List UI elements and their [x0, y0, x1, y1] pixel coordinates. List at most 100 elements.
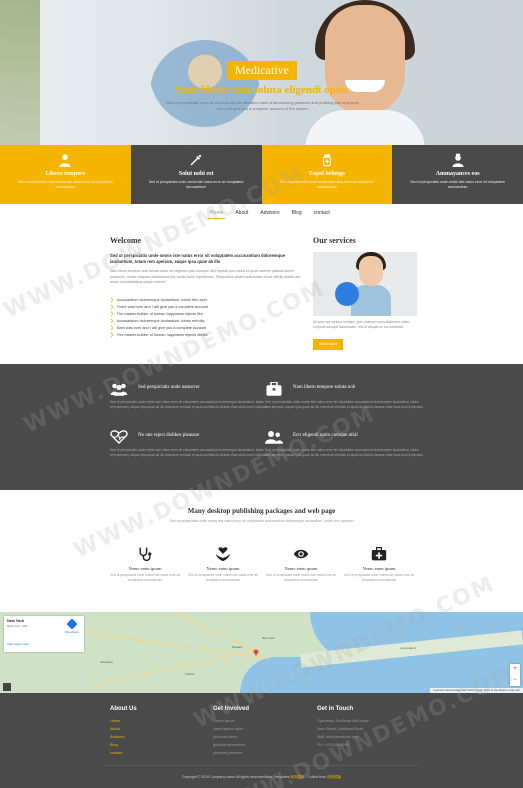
chevron-right-icon: ❯ — [110, 318, 114, 323]
footer-divider — [105, 765, 418, 766]
hero-subtitle: Sed ut perspiciatis unde ut you how all … — [165, 100, 359, 111]
feature-title: Ammayances eos — [435, 171, 480, 177]
nav-advisors[interactable]: Advisors — [258, 210, 281, 219]
footer-link[interactable]: About — [110, 725, 137, 733]
list-item: ❯ There was born and I will give you a co… — [110, 304, 209, 309]
footer-link[interactable]: gravida elementum — [213, 741, 249, 749]
feature-box[interactable]: Ammayances eos Sed ut perspiciatis unde … — [392, 145, 523, 204]
users-icon — [265, 431, 283, 444]
read-more-button[interactable]: Read More — [313, 339, 343, 350]
package-item[interactable]: Nemo enim ipsam Sed ut perspiciatis unde… — [188, 546, 258, 582]
highlight-title: Ectr eligendi optio cumque nihil — [293, 433, 358, 438]
highlight-text: Sed ut perspiciatis unde omnis iste natu… — [265, 400, 424, 409]
map-city-label: New York — [262, 636, 275, 640]
nav-blog[interactable]: Blog — [290, 210, 304, 219]
footer-contact-line[interactable]: Mail: info@example.com — [317, 733, 369, 741]
chevron-right-icon: ❯ — [110, 325, 114, 330]
map-pin-icon[interactable] — [253, 648, 259, 656]
group-icon — [110, 383, 128, 396]
footer-link[interactable]: pharetra lorem — [213, 733, 249, 741]
footer-heading: About Us — [110, 706, 137, 712]
footer-heading: Get in Touch — [317, 706, 354, 712]
site-footer: About Us Home About Advisors Blog contac… — [0, 693, 523, 788]
stethoscope-icon — [139, 547, 152, 562]
doctor-icon — [59, 154, 71, 167]
view-larger-map-link[interactable]: View larger map — [7, 642, 81, 646]
packages-subtitle: Sed ut perspiciatis unde omnis iste natu… — [169, 519, 354, 523]
map-zoom-control: + − — [510, 664, 520, 686]
services-photo — [313, 252, 417, 316]
feature-box[interactable]: Expol belongs Sed ut perspiciatis unde o… — [261, 145, 393, 204]
footer-link[interactable]: contact — [110, 749, 137, 757]
footer-link[interactable]: Advisors — [110, 733, 137, 741]
list-item: ❯ Accusantium doloremque laudantium, tota… — [110, 297, 208, 302]
highlight-title: Sed perspiciatis unde natusrror — [138, 385, 200, 390]
package-title: Nemo enim ipsam — [362, 566, 396, 571]
briefcase-icon — [266, 382, 282, 396]
feature-box[interactable]: Solut nobi est Sed ut perspiciatis unde … — [130, 145, 262, 204]
package-text: Sed ut perspiciatis unde omnis iste natu… — [188, 573, 258, 582]
directions-icon — [66, 618, 78, 630]
nav-contact[interactable]: contact — [312, 210, 332, 219]
welcome-heading: Welcome — [110, 236, 142, 245]
first-aid-kit-icon — [371, 547, 387, 561]
highlight-text: Sed ut perspiciatis unde omnis iste natu… — [110, 448, 269, 457]
feature-box[interactable]: Libero tempore Sed ut perspiciatis unde … — [0, 145, 131, 204]
list-item: ❯ The master-builder of human happiness r… — [110, 332, 208, 337]
map-city-label: Allentown — [100, 660, 114, 664]
feature-text: Sed ut perspiciatis unde omnis iste natu… — [18, 180, 113, 189]
template-link[interactable]: 网页模板 — [327, 775, 341, 779]
footer-link[interactable]: Blog — [110, 741, 137, 749]
footer-link[interactable]: Lorem ipsum — [213, 717, 249, 725]
location-map[interactable]: Allentown Newark New York Trenton Long I… — [0, 612, 523, 693]
footer-contact-line: New Street, Lakeland Road — [317, 727, 364, 731]
package-text: Sed ut perspiciatis unde omnis iste natu… — [266, 573, 336, 582]
eye-icon — [293, 549, 309, 559]
template-link[interactable]: 网页模板 — [290, 775, 304, 779]
map-city-label: Newark — [232, 645, 243, 649]
package-item[interactable]: Nemo enim ipsam Sed ut perspiciatis unde… — [110, 546, 180, 582]
nav-home[interactable]: Home — [208, 210, 226, 219]
package-title: Nemo enim ipsam — [284, 566, 318, 571]
footer-contact-line: Operation, Northcott McKinsey — [317, 719, 369, 723]
footer-involved-column: Get Involved Lorem ipsum lorem ipsum dol… — [213, 706, 249, 757]
package-text: Sed ut perspiciatis unde omnis iste natu… — [344, 573, 414, 582]
footer-about-column: About Us Home About Advisors Blog contac… — [110, 706, 137, 757]
main-nav: Home About Advisors Blog contact — [208, 210, 332, 219]
nurse-icon — [452, 153, 464, 167]
list-item: ❯ Accusantium doloremque laudantium, tota… — [110, 318, 205, 323]
heart-hands-icon — [215, 547, 231, 562]
nav-about[interactable]: About — [233, 210, 250, 219]
zoom-out-button[interactable]: − — [510, 675, 520, 686]
footer-heading: Get Involved — [213, 706, 250, 712]
directions-button[interactable]: Directions — [65, 618, 79, 634]
package-item[interactable]: Nemo enim ipsam Sed ut perspiciatis unde… — [266, 546, 336, 582]
highlight-title: Nam libero tempore soluta nob — [293, 385, 356, 390]
medicine-bottle-icon — [322, 154, 331, 167]
welcome-checklist: ❯ Accusantium doloremque laudantium, tota… — [110, 296, 208, 338]
footer-link[interactable]: lorem ipsum dolor — [213, 725, 249, 733]
chevron-right-icon: ❯ — [110, 311, 114, 316]
zoom-in-button[interactable]: + — [510, 664, 520, 675]
feature-title: Expol belongs — [308, 171, 345, 177]
chevron-right-icon: ❯ — [110, 297, 114, 302]
footer-link[interactable]: Home — [110, 717, 137, 725]
list-item: ❯ Nam was born and I will give you a comp… — [110, 325, 207, 330]
footer-contact-column: Get in Touch Operation, Northcott McKins… — [317, 706, 369, 749]
site-logo[interactable]: Medicative — [227, 61, 297, 80]
syringe-icon — [190, 154, 202, 166]
feature-text: Sed ut perspiciatis unde omnis iste natu… — [148, 180, 244, 189]
chevron-right-icon: ❯ — [110, 332, 114, 337]
hero-background-foliage — [0, 0, 40, 145]
map-city-label: Long Island — [400, 646, 416, 650]
footer-link[interactable]: pharetra pharetra — [213, 749, 249, 757]
map-city-label: Trenton — [185, 672, 196, 676]
packages-heading: Many desktop publishing packages and web… — [187, 507, 336, 515]
highlight-text: Sed ut perspiciatis unde omnis iste natu… — [110, 400, 269, 409]
feature-title: Solut nobi est — [178, 171, 214, 177]
package-title: Nemo enim ipsam — [206, 566, 240, 571]
package-item[interactable]: Nemo enim ipsam Sed ut perspiciatis unde… — [344, 546, 414, 582]
footer-contact-line: Ph: +123 456 8000 — [317, 743, 350, 747]
hero-doctor-photo — [305, 0, 425, 145]
map-info-card: New York New York, USA View larger map D… — [4, 616, 84, 652]
